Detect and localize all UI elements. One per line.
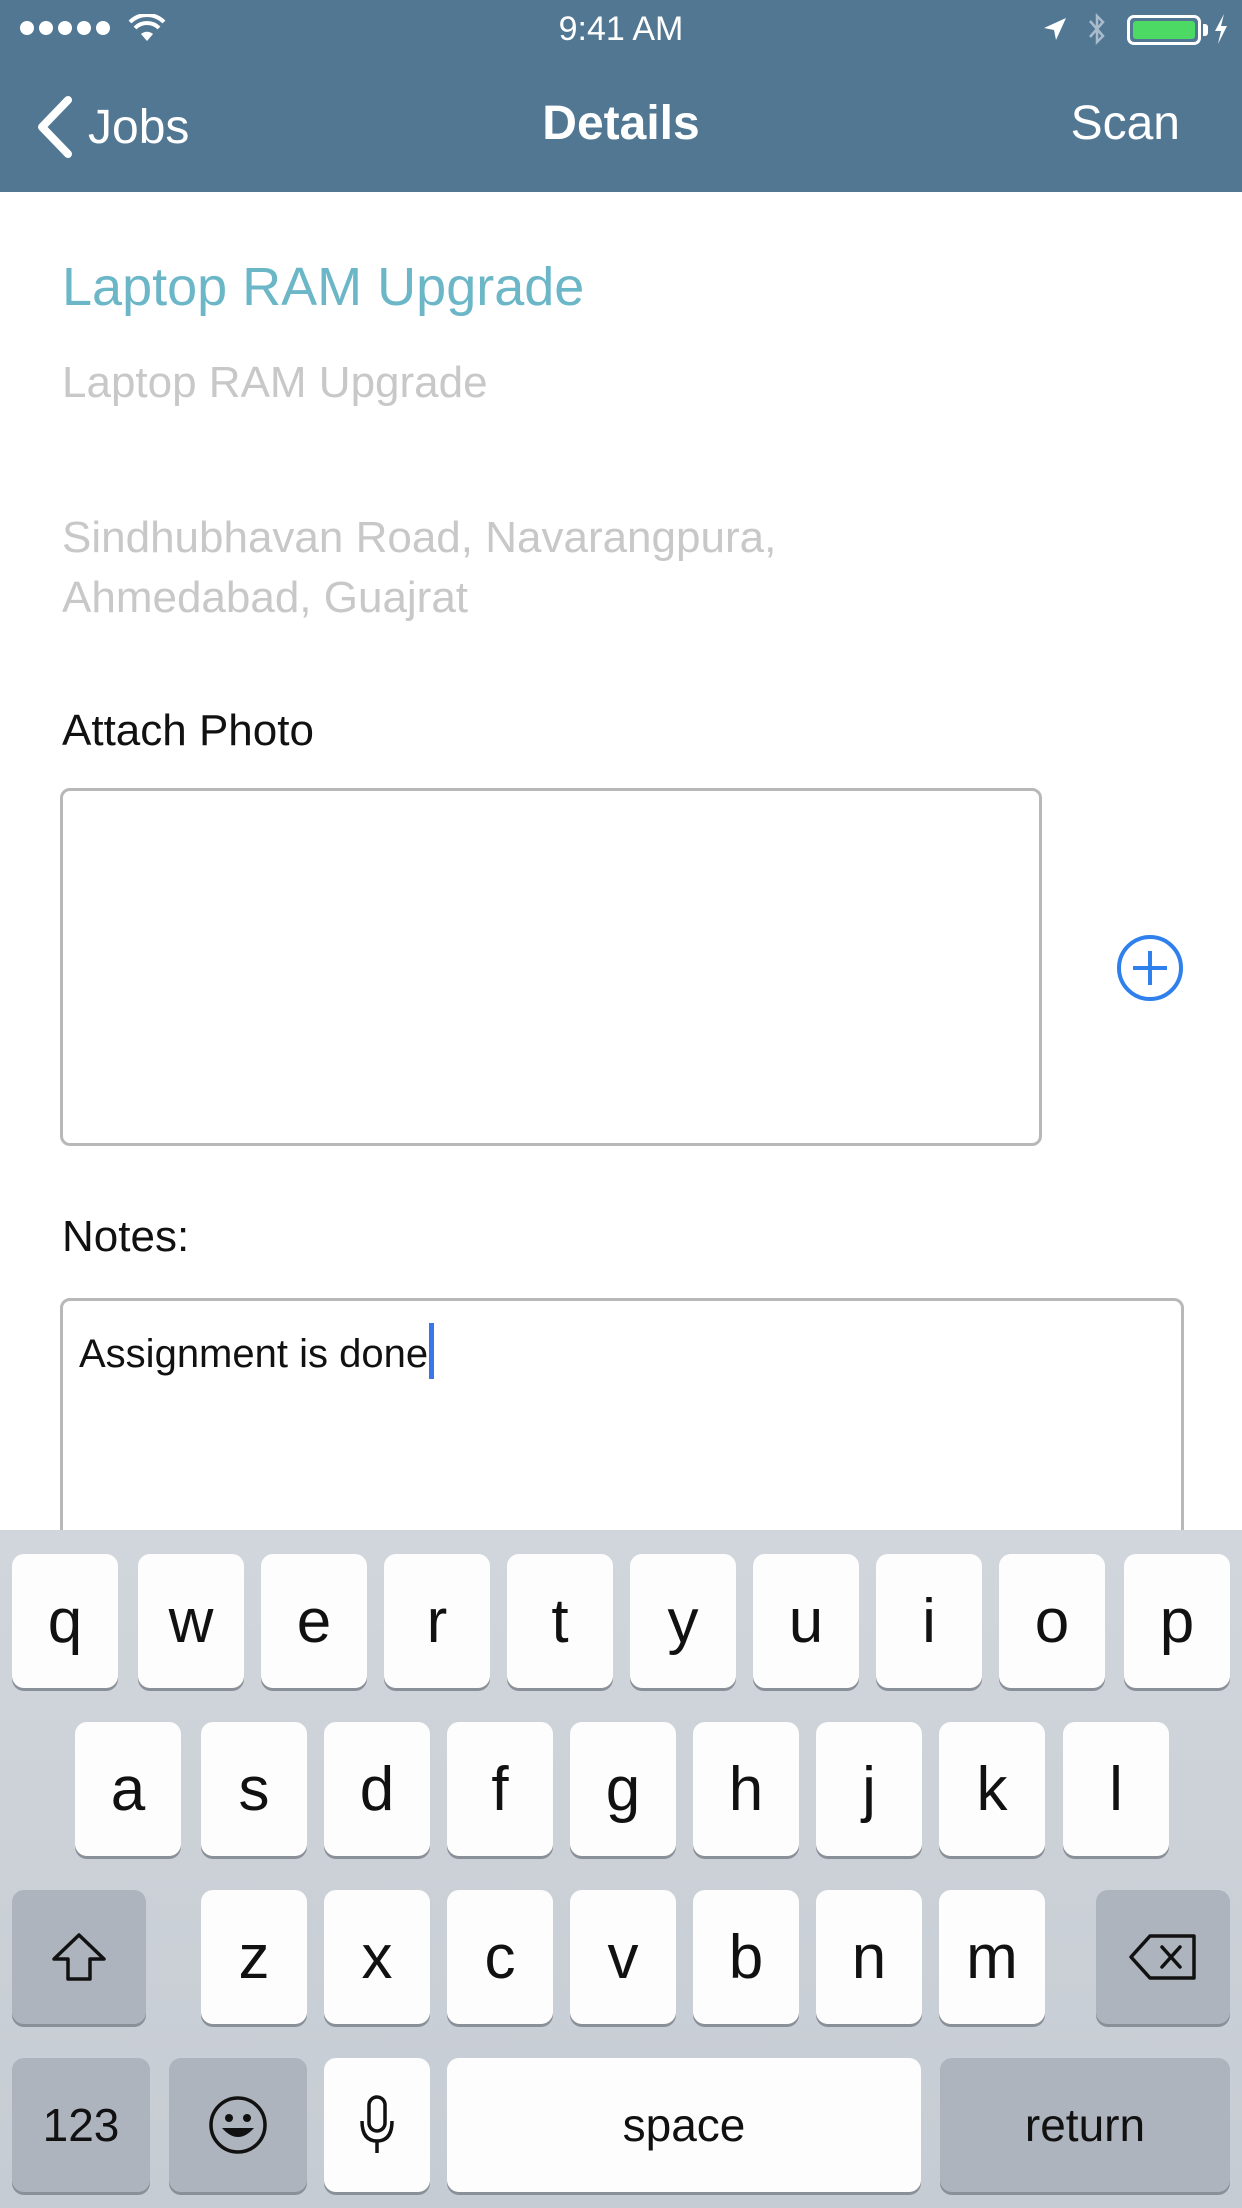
photo-preview-box[interactable]	[60, 788, 1042, 1146]
key-o[interactable]: o	[999, 1554, 1105, 1688]
key-p[interactable]: p	[1124, 1554, 1230, 1688]
key-l[interactable]: l	[1063, 1722, 1169, 1856]
notes-textarea[interactable]: Assignment is done	[60, 1298, 1184, 1558]
notes-label: Notes:	[62, 1212, 190, 1261]
key-w[interactable]: w	[138, 1554, 244, 1688]
dictation-key[interactable]	[324, 2058, 430, 2192]
return-key[interactable]: return	[940, 2058, 1230, 2192]
notes-content: Assignment is done	[79, 1323, 435, 1379]
key-d[interactable]: d	[324, 1722, 430, 1856]
battery-icon	[1127, 15, 1201, 45]
space-key[interactable]: space	[447, 2058, 921, 2192]
key-r[interactable]: r	[384, 1554, 490, 1688]
navigation-header: 9:41 AM Jobs Details Scan	[0, 0, 1242, 192]
key-b[interactable]: b	[693, 1890, 799, 2024]
key-j[interactable]: j	[816, 1722, 922, 1856]
shift-icon	[52, 1933, 106, 1981]
key-i[interactable]: i	[876, 1554, 982, 1688]
battery-nub	[1203, 24, 1208, 36]
job-description: Laptop RAM Upgrade	[62, 358, 488, 407]
microphone-icon	[360, 2095, 394, 2153]
key-f[interactable]: f	[447, 1722, 553, 1856]
status-bar: 9:41 AM	[0, 0, 1242, 60]
scan-button[interactable]: Scan	[1071, 96, 1180, 151]
key-a[interactable]: a	[75, 1722, 181, 1856]
key-c[interactable]: c	[447, 1890, 553, 2024]
location-arrow-icon	[1044, 18, 1066, 40]
plus-circle-icon[interactable]	[1116, 934, 1184, 1002]
numbers-key[interactable]: 123	[12, 2058, 150, 2192]
job-title: Laptop RAM Upgrade	[62, 257, 585, 317]
text-caret	[429, 1323, 435, 1379]
key-n[interactable]: n	[816, 1890, 922, 2024]
address-line-2: Ahmedabad, Guajrat	[62, 573, 469, 622]
key-y[interactable]: y	[630, 1554, 736, 1688]
key-s[interactable]: s	[201, 1722, 307, 1856]
shift-key[interactable]	[12, 1890, 146, 2024]
key-u[interactable]: u	[753, 1554, 859, 1688]
key-e[interactable]: e	[261, 1554, 367, 1688]
backspace-icon	[1129, 1934, 1196, 1980]
key-q[interactable]: q	[12, 1554, 118, 1688]
emoji-icon	[209, 2096, 267, 2154]
key-x[interactable]: x	[324, 1890, 430, 2024]
key-k[interactable]: k	[939, 1722, 1045, 1856]
job-address: Sindhubhavan Road, Navarangpura, Ahmedab…	[62, 508, 1062, 628]
delete-key[interactable]	[1096, 1890, 1230, 2024]
key-g[interactable]: g	[570, 1722, 676, 1856]
attach-photo-label: Attach Photo	[62, 706, 314, 755]
key-t[interactable]: t	[507, 1554, 613, 1688]
key-h[interactable]: h	[693, 1722, 799, 1856]
onscreen-keyboard: q w e r t y u i o p a s d f g h j k l z …	[0, 1530, 1242, 2208]
key-z[interactable]: z	[201, 1890, 307, 2024]
page-title: Details	[542, 97, 700, 150]
charging-bolt-icon	[1215, 14, 1227, 44]
bluetooth-icon	[1089, 12, 1105, 46]
key-m[interactable]: m	[939, 1890, 1045, 2024]
key-v[interactable]: v	[570, 1890, 676, 2024]
emoji-key[interactable]	[169, 2058, 307, 2192]
notes-value: Assignment is done	[79, 1332, 429, 1376]
address-line-1: Sindhubhavan Road, Navarangpura,	[62, 513, 777, 562]
